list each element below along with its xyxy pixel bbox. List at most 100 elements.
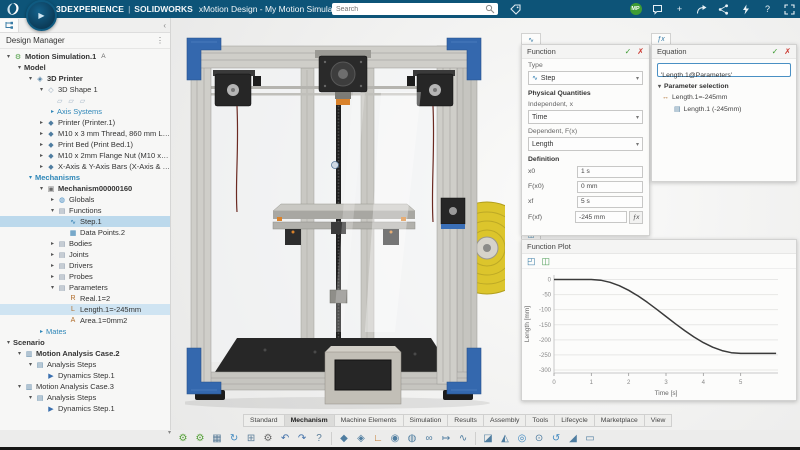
apply-icon[interactable]: ✓	[772, 47, 779, 56]
save-icon[interactable]: ▦	[209, 430, 225, 446]
tab-marketplace[interactable]: Marketplace	[595, 414, 645, 427]
parameter-value-length[interactable]: ▤ Length.1 (-245mm)	[652, 103, 796, 115]
tree-item-data-points-2[interactable]: ▦Data Points.2	[0, 227, 170, 238]
expand-arrow-icon[interactable]: ▾	[26, 361, 35, 368]
tree-item-area-1-0mm2[interactable]: AArea.1=0mm2	[0, 315, 170, 326]
panel-menu-icon[interactable]: ⋮	[156, 36, 164, 45]
tree-item-reference-planes[interactable]: ▱ ▱ ▱	[0, 95, 170, 106]
expand-arrow-icon[interactable]: ▾	[37, 86, 46, 93]
model-update-icon[interactable]: ⚙	[175, 430, 191, 446]
collapse-arrow-icon[interactable]: ▸	[37, 163, 46, 170]
x0-field[interactable]: 1 s	[577, 166, 643, 178]
frame-rail-left[interactable]	[191, 46, 211, 384]
independent-select[interactable]: Time ▾	[528, 110, 643, 124]
tab-view[interactable]: View	[645, 414, 673, 427]
tree-item-parameters[interactable]: ▾▤Parameters	[0, 282, 170, 293]
tree-item-real-1-2[interactable]: RReal.1=2	[0, 293, 170, 304]
tree-item-motion-simulation-1[interactable]: ▾⚙Motion Simulation.1A	[0, 51, 170, 62]
fxf-field[interactable]: -245 mm	[575, 211, 627, 223]
expand-arrow-icon[interactable]: ▾	[15, 64, 24, 71]
fx0-field[interactable]: 0 mm	[577, 181, 643, 193]
rigid-body-icon[interactable]: ◆	[336, 430, 352, 446]
tree-item-m10-x-3-mm-thread-860-mm-long[interactable]: ▸◆M10 x 3 mm Thread, 860 mm Long, ...	[0, 128, 170, 139]
fit-view-icon[interactable]: ◰	[527, 256, 536, 267]
tab-tools[interactable]: Tools	[526, 414, 555, 427]
redo-icon[interactable]: ↷	[294, 430, 310, 446]
expand-arrow-icon[interactable]: ▾	[4, 339, 13, 346]
tree-item-bodies[interactable]: ▸▤Bodies	[0, 238, 170, 249]
probe-icon[interactable]: ⊙	[531, 430, 547, 446]
collapse-arrow-icon[interactable]: ▸	[37, 119, 46, 126]
control-box[interactable]	[325, 346, 401, 404]
expand-arrow-icon[interactable]: ▾	[48, 284, 57, 291]
collapse-arrow-icon[interactable]: ▸	[48, 251, 57, 258]
yz-plane-icon[interactable]: ▱	[68, 97, 73, 105]
help-icon[interactable]: ?	[311, 430, 327, 446]
expand-arrow-icon[interactable]: ▾	[26, 174, 35, 181]
force-icon[interactable]: ↦	[438, 430, 454, 446]
tree-item-probes[interactable]: ▸▤Probes	[0, 271, 170, 282]
trace-path-icon[interactable]: ↺	[548, 430, 564, 446]
zx-plane-icon[interactable]: ▱	[80, 97, 85, 105]
collapse-arrow-icon[interactable]: ▸	[48, 108, 57, 115]
touchscreen[interactable]	[335, 360, 391, 390]
expand-arrow-icon[interactable]: ▾	[15, 383, 24, 390]
tree-item-dynamics-step-1[interactable]: ▶Dynamics Step.1	[0, 370, 170, 381]
collapse-arrow-icon[interactable]: ▸	[48, 240, 57, 247]
document-title[interactable]: xMotion Design - My Motion Simulations	[199, 4, 351, 14]
lightning-icon[interactable]	[739, 3, 752, 16]
tree-item-joints[interactable]: ▸▤Joints	[0, 249, 170, 260]
help-icon[interactable]: ?	[761, 3, 774, 16]
tab-assembly[interactable]: Assembly	[484, 414, 526, 427]
tab-lifecycle[interactable]: Lifecycle	[555, 414, 594, 427]
expand-arrow-icon[interactable]: ▾	[4, 53, 13, 60]
tree-item-axis-systems[interactable]: ▸Axis Systems	[0, 106, 170, 117]
xf-field[interactable]: 5 s	[577, 196, 643, 208]
expand-arrow-icon[interactable]: ▾	[26, 394, 35, 401]
equation-input[interactable]	[658, 70, 790, 82]
tree-item-functions[interactable]: ▾▤Functions	[0, 205, 170, 216]
spring-icon[interactable]: ∿	[455, 430, 471, 446]
tree-item-3d-shape-1[interactable]: ▾◇3D Shape 1	[0, 84, 170, 95]
tab-results[interactable]: Results	[448, 414, 484, 427]
collapse-arrow-icon[interactable]: ▸	[37, 141, 46, 148]
toolbar-overflow-icon[interactable]: ▾	[168, 429, 171, 436]
expand-arrow-icon[interactable]: ▾	[48, 207, 57, 214]
xy-plane-icon[interactable]: ▱	[57, 97, 62, 105]
tree-item-mates[interactable]: ▸Mates	[0, 326, 170, 337]
collapse-arrow-icon[interactable]: ▸	[37, 152, 46, 159]
tag-icon[interactable]	[510, 4, 521, 15]
expand-arrow-icon[interactable]: ▾	[15, 350, 24, 357]
collapse-arrow-icon[interactable]: ▸	[37, 130, 46, 137]
tree-item-globals[interactable]: ▸◍Globals	[0, 194, 170, 205]
chat-icon[interactable]	[651, 3, 664, 16]
collapse-arrow-icon[interactable]: ▸	[48, 262, 57, 269]
tab-mechanism[interactable]: Mechanism	[285, 414, 335, 427]
tree-item-step-1[interactable]: ∿Step.1	[0, 216, 170, 227]
search-input[interactable]	[332, 6, 485, 13]
apply-icon[interactable]: ✓	[625, 47, 632, 56]
tree-item-analysis-steps[interactable]: ▾▤Analysis Steps	[0, 392, 170, 403]
collapse-arrow-icon[interactable]: ▸	[48, 196, 57, 203]
tree-item-print-bed-print-bed-1[interactable]: ▸◆Print Bed (Print Bed.1)	[0, 139, 170, 150]
tree-item-motion-analysis-case-3[interactable]: ▾▥Motion Analysis Case.3	[0, 381, 170, 392]
scenario-update-icon[interactable]: ⚙	[192, 430, 208, 446]
user-avatar[interactable]: MP	[630, 3, 642, 15]
cancel-icon[interactable]: ✗	[637, 47, 644, 56]
tree-item-dynamics-step-1[interactable]: ▶Dynamics Step.1	[0, 403, 170, 414]
fx-equation-button[interactable]: ƒx	[629, 211, 643, 224]
tree-item-analysis-steps[interactable]: ▾▤Analysis Steps	[0, 359, 170, 370]
type-select[interactable]: ∿ Step ▾	[528, 71, 643, 85]
collapse-arrow-icon[interactable]: ▸	[48, 273, 57, 280]
parameter-item-length[interactable]: ↔ Length.1=-245mm	[652, 92, 796, 103]
side-motor[interactable]	[441, 198, 465, 229]
settings-gear-icon[interactable]: ⚙	[260, 430, 276, 446]
export-icon[interactable]: ⊞	[243, 430, 259, 446]
motor-icon[interactable]: ◍	[404, 430, 420, 446]
printer-3d-model[interactable]	[185, 32, 505, 412]
joint-icon[interactable]: ◉	[387, 430, 403, 446]
app-logo-xmotion[interactable]: ▶	[26, 0, 57, 31]
global-settings-icon[interactable]: ◎	[514, 430, 530, 446]
tab-machine-elements[interactable]: Machine Elements	[335, 414, 404, 427]
tree-item-3d-printer[interactable]: ▾◈3D Printer	[0, 73, 170, 84]
